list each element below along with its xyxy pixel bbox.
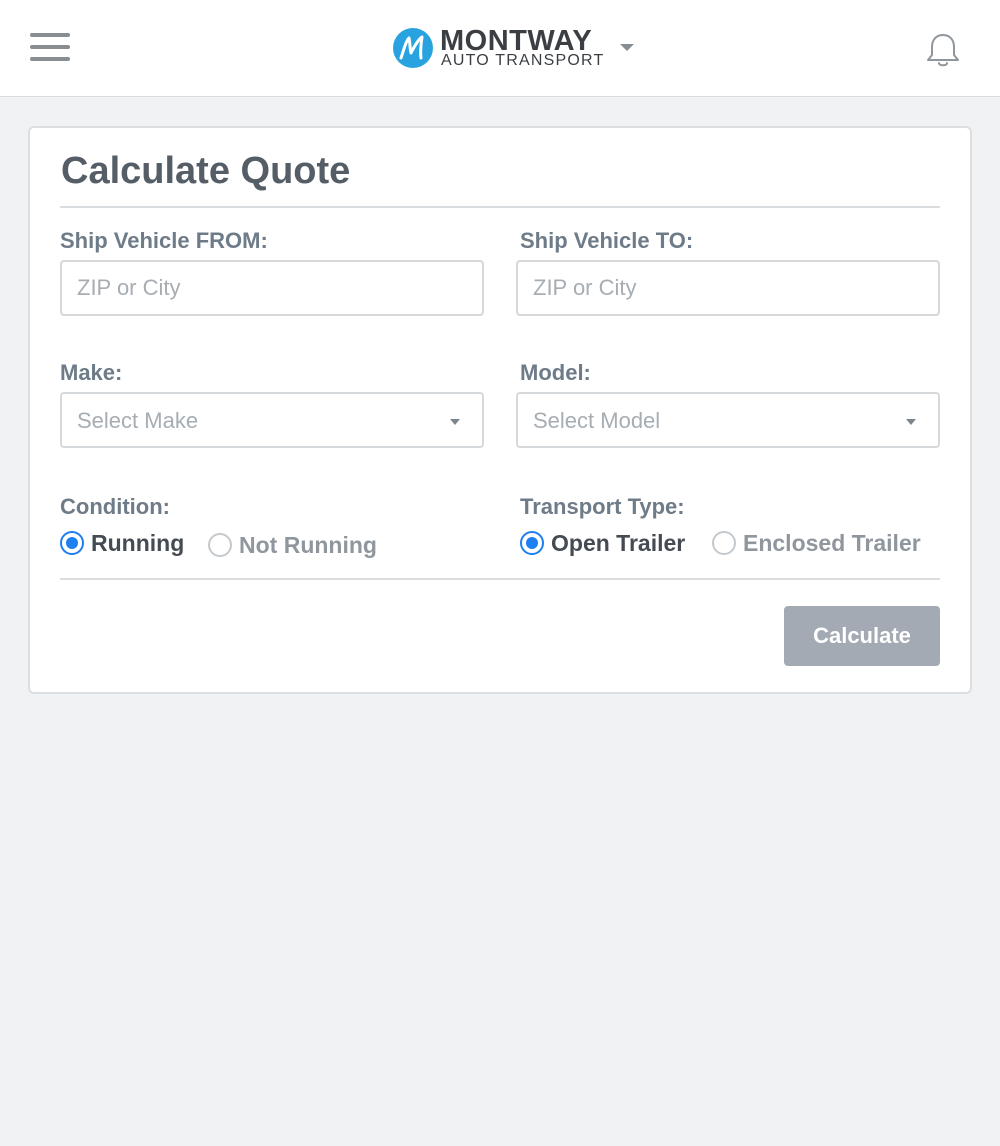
brand-subtitle: AUTO TRANSPORT bbox=[441, 52, 605, 69]
make-select[interactable]: Select Make bbox=[60, 392, 484, 448]
radio-unselected-icon bbox=[208, 533, 232, 557]
transport-enclosed-trailer-radio[interactable]: Enclosed Trailer bbox=[712, 528, 921, 558]
from-label: Ship Vehicle FROM: bbox=[60, 228, 268, 253]
brand-logo[interactable]: MONTWAY AUTO TRANSPORT bbox=[392, 25, 642, 72]
divider bbox=[60, 206, 940, 208]
radio-label: Not Running bbox=[239, 531, 377, 558]
model-select[interactable]: Select Model bbox=[516, 392, 940, 448]
model-label: Model: bbox=[520, 360, 591, 385]
radio-label: Open Trailer bbox=[551, 529, 686, 556]
hamburger-menu-icon[interactable] bbox=[30, 33, 72, 63]
page-title: Calculate Quote bbox=[61, 150, 351, 192]
to-input[interactable] bbox=[518, 262, 938, 314]
bell-icon[interactable] bbox=[924, 31, 962, 69]
make-select-value: Select Make bbox=[77, 408, 199, 433]
from-input[interactable] bbox=[62, 262, 482, 314]
divider bbox=[60, 578, 940, 580]
chevron-down-icon[interactable] bbox=[620, 44, 634, 51]
make-label: Make: bbox=[60, 360, 123, 385]
calculate-button[interactable]: Calculate bbox=[784, 606, 940, 666]
condition-running-radio[interactable]: Running bbox=[60, 528, 184, 558]
condition-not-running-radio[interactable]: Not Running bbox=[208, 530, 377, 560]
from-field bbox=[60, 260, 484, 316]
quote-form-card: Calculate Quote Ship Vehicle FROM: Ship … bbox=[28, 126, 972, 694]
radio-selected-icon bbox=[520, 531, 544, 555]
caret-down-icon bbox=[906, 419, 916, 425]
transport-type-label: Transport Type: bbox=[520, 494, 685, 519]
to-field bbox=[516, 260, 940, 316]
to-label: Ship Vehicle TO: bbox=[520, 228, 694, 253]
transport-open-trailer-radio[interactable]: Open Trailer bbox=[520, 528, 685, 558]
radio-selected-icon bbox=[60, 531, 84, 555]
top-navigation-bar: MONTWAY AUTO TRANSPORT bbox=[0, 0, 1000, 97]
condition-label: Condition: bbox=[60, 494, 170, 519]
caret-down-icon bbox=[450, 419, 460, 425]
radio-label: Enclosed Trailer bbox=[743, 529, 921, 556]
montway-logo-icon bbox=[393, 28, 433, 68]
radio-label: Running bbox=[91, 529, 185, 556]
model-select-value: Select Model bbox=[533, 408, 661, 433]
radio-unselected-icon bbox=[712, 531, 736, 555]
